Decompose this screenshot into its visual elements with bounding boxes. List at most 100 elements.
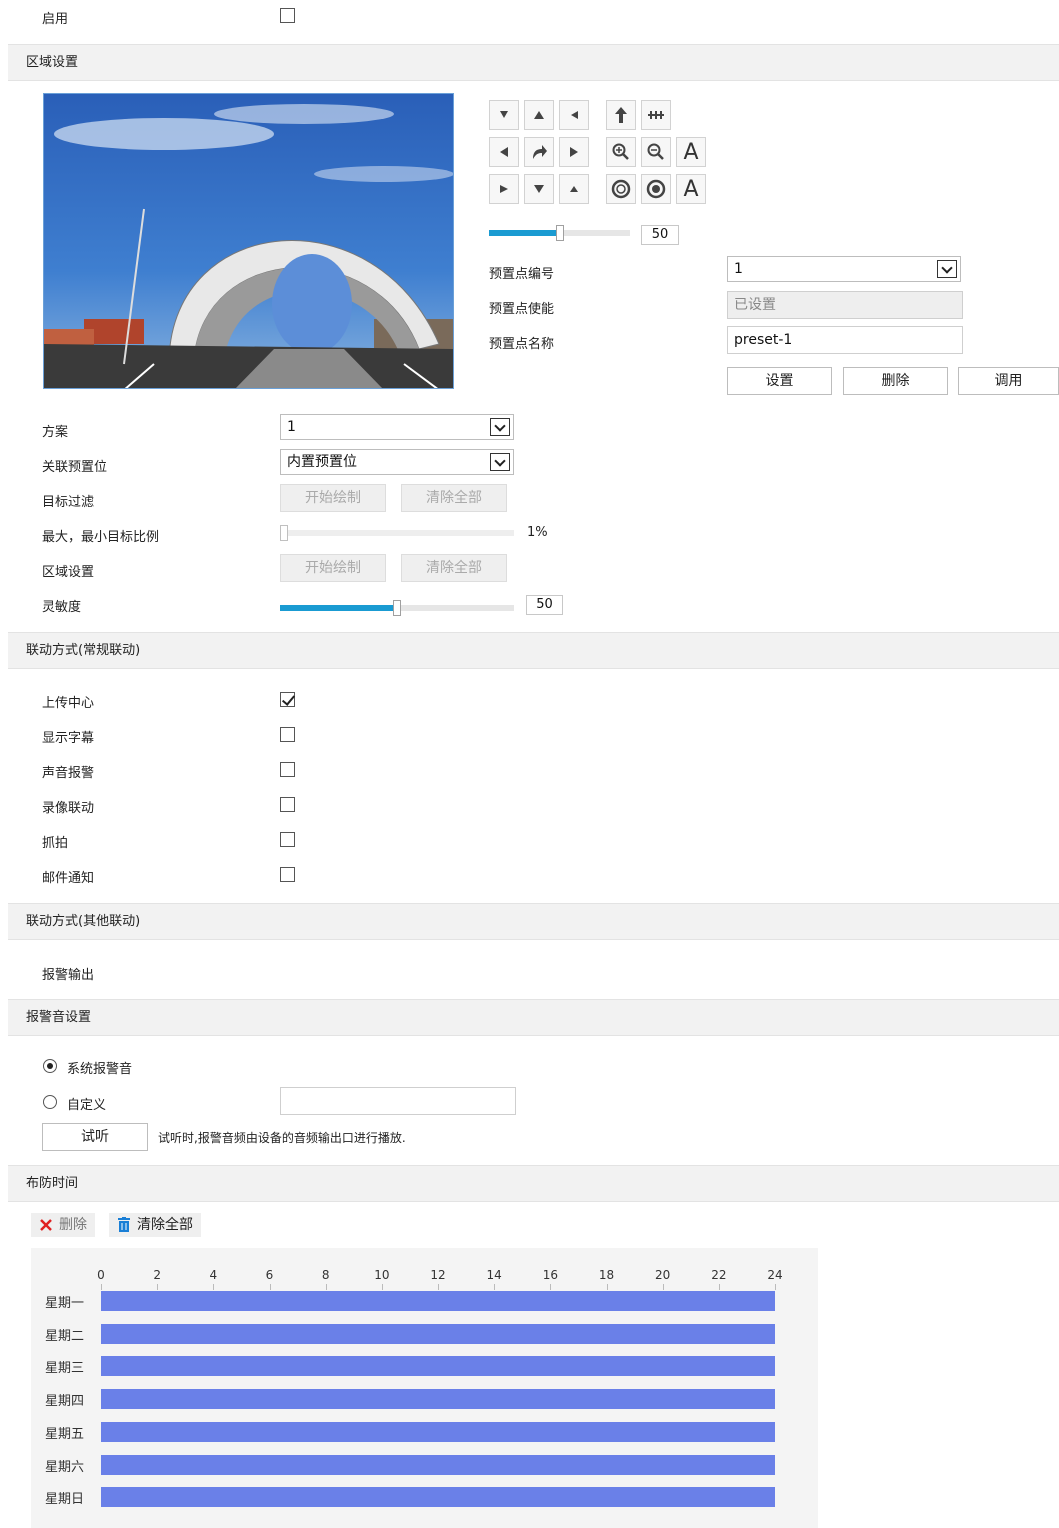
day-label: 星期日	[45, 1492, 85, 1508]
day-schedule-bar[interactable]	[101, 1356, 775, 1377]
linkage-email-checkbox[interactable]	[280, 867, 295, 882]
video-preview[interactable]	[43, 93, 454, 389]
schedule-title: 布防时间	[26, 1176, 79, 1191]
preset-number-label: 预置点编号	[489, 267, 555, 282]
day-schedule-bar[interactable]	[101, 1487, 775, 1508]
preset-call-button[interactable]: 调用	[958, 367, 1059, 395]
zoom-out-icon[interactable]	[641, 137, 671, 167]
linkage-upload-center-checkbox[interactable]	[280, 692, 295, 707]
linked-preset-select[interactable]: 内置预置位	[280, 449, 514, 475]
sensitivity-value[interactable]: 50	[526, 595, 563, 615]
area-clear-all-button[interactable]: 清除全部	[401, 554, 507, 582]
day-label: 星期五	[45, 1426, 85, 1442]
enable-checkbox[interactable]	[280, 8, 295, 23]
hour-label: 16	[542, 1268, 558, 1282]
listen-button[interactable]: 试听	[42, 1123, 148, 1151]
system-alarm-sound-radio[interactable]	[43, 1059, 57, 1073]
day-label: 星期四	[45, 1394, 85, 1410]
ptz-speed-slider[interactable]	[489, 225, 630, 241]
linkage-other-title: 联动方式(其他联动)	[26, 914, 141, 929]
arrow-up-icon[interactable]	[524, 100, 554, 130]
linkage-show-subtitle-checkbox[interactable]	[280, 727, 295, 742]
hour-label: 14	[486, 1268, 502, 1282]
schedule-clear-all-label: 清除全部	[137, 1217, 193, 1233]
sensitivity-thumb[interactable]	[393, 600, 401, 616]
schedule-delete-button[interactable]: 删除	[31, 1213, 95, 1237]
hour-tick	[438, 1284, 439, 1290]
rotate-icon[interactable]	[524, 137, 554, 167]
linked-preset-label: 关联预置位	[42, 460, 108, 475]
focus-far-icon[interactable]	[641, 100, 671, 130]
preset-number-value: 1	[734, 261, 743, 277]
day-schedule-bar[interactable]	[101, 1421, 775, 1442]
target-filter-label: 目标过滤	[42, 495, 95, 510]
hour-tick	[157, 1284, 159, 1290]
preset-name-input[interactable]: preset-1	[727, 326, 963, 354]
preset-number-select[interactable]: 1	[727, 256, 961, 282]
arrow-left-icon[interactable]	[489, 137, 519, 167]
preset-delete-button[interactable]: 删除	[843, 367, 948, 395]
target-filter-start-draw-button[interactable]: 开始绘制	[280, 484, 386, 512]
focus-near-icon[interactable]	[606, 100, 636, 130]
day-schedule-bar[interactable]	[101, 1291, 775, 1311]
area-start-draw-button[interactable]: 开始绘制	[280, 554, 386, 582]
hour-label: 10	[374, 1268, 390, 1282]
arrow-down-icon[interactable]	[524, 174, 554, 204]
iris-close-icon[interactable]	[641, 174, 671, 204]
day-schedule-bar[interactable]	[101, 1454, 775, 1475]
target-ratio-value: 1%	[527, 525, 548, 540]
enable-label: 启用	[42, 12, 69, 27]
hour-tick	[381, 1284, 383, 1290]
hour-tick	[325, 1284, 327, 1290]
arrow-up-left-icon[interactable]	[489, 100, 519, 130]
hour-label: 22	[711, 1268, 727, 1282]
auto-focus-icon[interactable]: A	[676, 137, 706, 167]
hour-label: 8	[321, 1268, 330, 1282]
custom-alarm-sound-input[interactable]	[280, 1087, 516, 1115]
day-schedule-bar[interactable]	[101, 1323, 775, 1344]
hour-label: 18	[598, 1268, 615, 1282]
hour-label: 12	[430, 1268, 446, 1282]
listen-hint: 试听时,报警音频由设备的音频输出口进行播放.	[158, 1131, 406, 1145]
linkage-upload-center-label: 上传中心	[42, 696, 95, 711]
target-filter-clear-all-button[interactable]: 清除全部	[401, 484, 507, 512]
sensitivity-label: 灵敏度	[42, 600, 82, 615]
arrow-down-right-icon[interactable]	[559, 174, 589, 204]
arrow-up-right-icon[interactable]	[559, 100, 589, 130]
arrow-right-icon[interactable]	[559, 137, 589, 167]
custom-alarm-sound-radio[interactable]	[43, 1095, 57, 1109]
schedule-grid[interactable]: 0 2 4 6 8 10 12 14 16 18 20 22 24 星期一 星期二 星期三 星期四 星期五 星期六星…	[31, 1248, 818, 1528]
linkage-show-subtitle-label: 显示字幕	[42, 731, 95, 746]
target-ratio-label: 最大，最小目标比例	[42, 530, 160, 545]
region-section-title: 区域设置	[26, 55, 79, 70]
linkage-email-label: 邮件通知	[42, 871, 95, 886]
plan-select[interactable]: 1	[280, 414, 514, 440]
sensitivity-slider[interactable]	[280, 600, 514, 616]
system-alarm-sound-label: 系统报警音	[67, 1062, 133, 1077]
linkage-audio-alarm-checkbox[interactable]	[280, 762, 295, 777]
auto-iris-icon[interactable]: A	[676, 174, 706, 204]
day-schedule-bar[interactable]	[101, 1389, 775, 1410]
schedule-clear-all-button[interactable]: 清除全部	[109, 1213, 201, 1237]
preset-set-button[interactable]: 设置	[727, 367, 832, 395]
alarm-output-label: 报警输出	[42, 968, 95, 983]
hour-label: 4	[209, 1268, 218, 1282]
linkage-record-checkbox[interactable]	[280, 797, 295, 812]
hour-tick	[494, 1284, 496, 1290]
hour-label: 6	[265, 1268, 274, 1282]
ptz-speed-fill	[489, 230, 560, 236]
hour-label: 20	[655, 1268, 671, 1282]
ptz-speed-thumb[interactable]	[556, 225, 564, 241]
hour-tick	[550, 1284, 552, 1290]
hour-tick	[775, 1284, 776, 1290]
arrow-down-left-icon[interactable]	[489, 174, 519, 204]
ptz-speed-value[interactable]: 50	[641, 225, 679, 245]
zoom-in-icon[interactable]	[606, 137, 636, 167]
alarm-sound-header: 报警音设置	[8, 999, 1059, 1036]
linkage-snapshot-label: 抓拍	[42, 836, 69, 851]
linkage-snapshot-checkbox[interactable]	[280, 832, 295, 847]
iris-open-icon[interactable]	[606, 174, 636, 204]
region-section-header: 区域设置	[8, 44, 1059, 81]
target-ratio-thumb[interactable]	[280, 525, 288, 541]
target-ratio-slider[interactable]	[280, 525, 514, 541]
